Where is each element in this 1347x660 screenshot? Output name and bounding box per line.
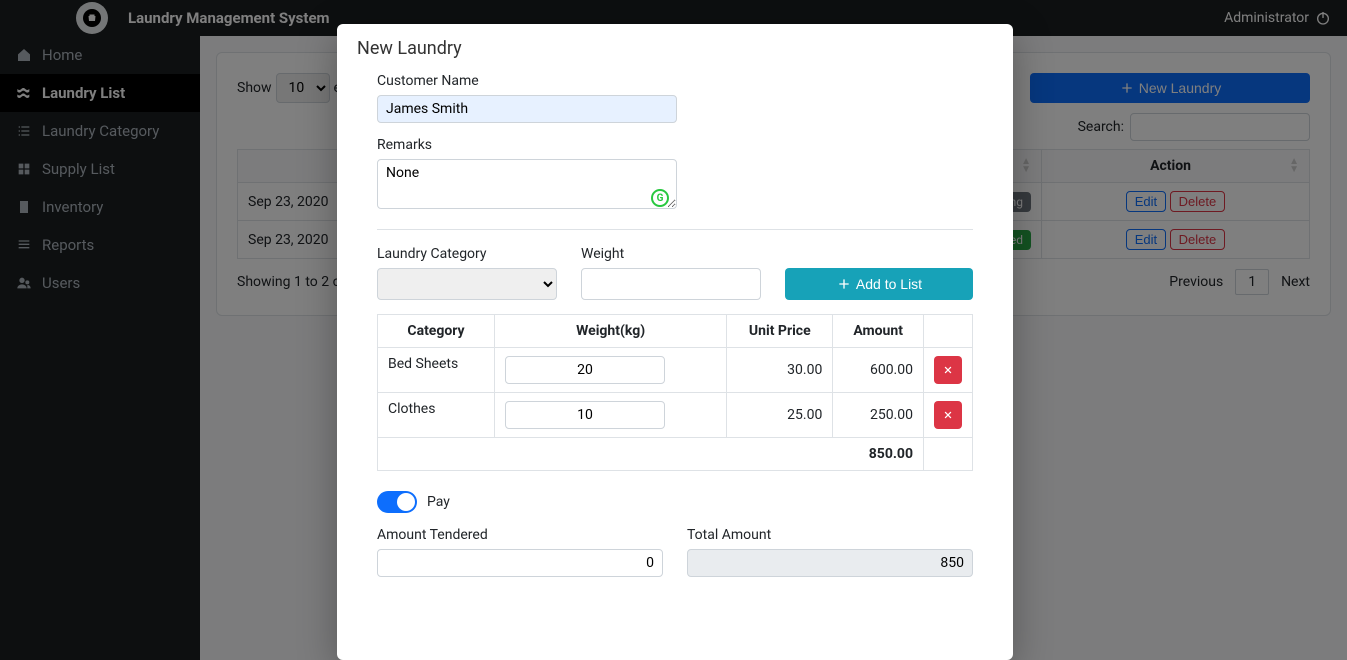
weight-label: Weight [581, 246, 761, 262]
col-amount: Amount [833, 315, 924, 348]
total-amount-input [687, 549, 973, 577]
customer-label: Customer Name [377, 73, 973, 89]
col-unit: Unit Price [727, 315, 833, 348]
cell-unit: 25.00 [727, 393, 833, 438]
remove-item-button[interactable] [934, 401, 962, 429]
cell-amount: 600.00 [833, 348, 924, 393]
amount-tendered-input[interactable] [377, 549, 663, 577]
pay-toggle[interactable] [377, 491, 417, 513]
add-to-list-button[interactable]: Add to List [785, 268, 973, 300]
close-icon [943, 410, 953, 420]
category-label: Laundry Category [377, 246, 557, 262]
cell-category: Clothes [378, 393, 495, 438]
total-amount: 850.00 [833, 438, 924, 471]
item-weight-input[interactable] [505, 401, 665, 429]
divider [377, 229, 973, 230]
item-weight-input[interactable] [505, 356, 665, 384]
category-select[interactable] [377, 268, 557, 300]
cell-category: Bed Sheets [378, 348, 495, 393]
weight-input[interactable] [581, 268, 761, 300]
tendered-label: Amount Tendered [377, 527, 663, 543]
item-row: Clothes 25.00 250.00 [378, 393, 973, 438]
col-category: Category [378, 315, 495, 348]
pay-label: Pay [427, 494, 450, 510]
cell-amount: 250.00 [833, 393, 924, 438]
col-weight: Weight(kg) [495, 315, 727, 348]
remarks-label: Remarks [377, 137, 973, 153]
total-label: Total Amount [687, 527, 973, 543]
col-delete [924, 315, 973, 348]
btn-label: Add to List [856, 276, 922, 292]
total-row: 850.00 [378, 438, 973, 471]
close-icon [943, 365, 953, 375]
item-row: Bed Sheets 30.00 600.00 [378, 348, 973, 393]
cell-unit: 30.00 [727, 348, 833, 393]
new-laundry-modal: New Laundry Customer Name Remarks None G… [337, 24, 1013, 660]
modal-title: New Laundry [337, 24, 1013, 73]
customer-name-input[interactable] [377, 95, 677, 123]
remarks-input[interactable]: None [377, 159, 677, 209]
items-table: Category Weight(kg) Unit Price Amount Be… [377, 314, 973, 471]
grammarly-icon: G [651, 189, 669, 207]
plus-icon [836, 276, 852, 292]
remove-item-button[interactable] [934, 356, 962, 384]
